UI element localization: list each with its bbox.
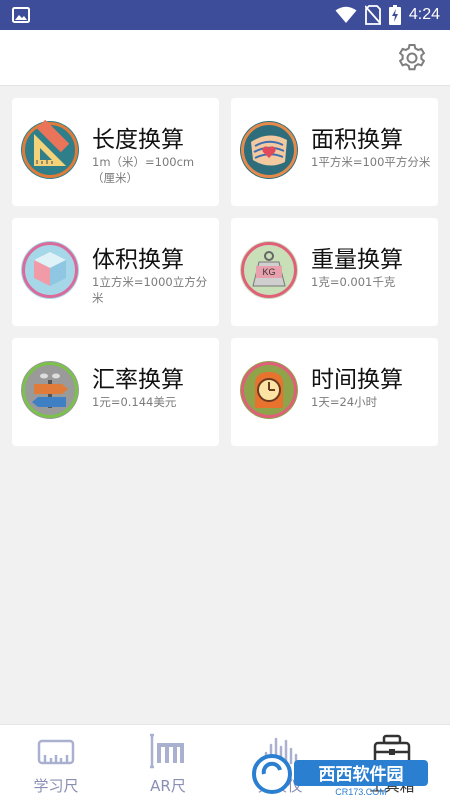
cube-icon	[21, 241, 79, 299]
ar-ruler-icon	[150, 733, 184, 769]
app-bar	[0, 30, 450, 86]
clock-icon	[240, 361, 298, 419]
ruler-icon	[37, 739, 75, 765]
card-exchange-rate-conversion[interactable]: 汇率换算 1元=0.144美元	[12, 338, 219, 446]
ruler-triangle-icon	[21, 120, 79, 179]
tab-learning-ruler[interactable]: 学习尺	[0, 725, 112, 800]
card-title: 时间换算	[311, 367, 403, 393]
watermark: 西西软件园 CR173.COM	[250, 752, 430, 797]
clock-time: 4:24	[408, 6, 440, 23]
card-subtitle: 1天=24小时	[311, 395, 378, 409]
svg-text:KG: KG	[262, 267, 275, 277]
map-heart-icon	[240, 121, 298, 179]
card-weight-conversion[interactable]: KG 重量换算 1克=0.001千克	[231, 218, 438, 326]
card-title: 汇率换算	[92, 367, 184, 393]
card-subtitle: 1平方米=100平方分米	[311, 155, 431, 169]
kg-weight-icon: KG	[240, 241, 298, 299]
card-time-conversion[interactable]: 时间换算 1天=24小时	[231, 338, 438, 446]
watermark-url: CR173.COM	[335, 787, 387, 796]
watermark-brand: 西西软件园	[319, 764, 404, 785]
card-title: 重量换算	[311, 247, 403, 273]
card-subtitle: 1元=0.144美元	[92, 395, 177, 409]
wifi-icon	[335, 6, 357, 23]
status-bar: 4:24	[0, 0, 450, 30]
card-title: 长度换算	[92, 127, 184, 153]
tab-ar-ruler[interactable]: AR尺	[112, 725, 224, 800]
card-title: 面积换算	[311, 127, 403, 153]
card-area-conversion[interactable]: 面积换算 1平方米=100平方分米	[231, 98, 438, 206]
exchange-signpost-icon	[21, 361, 79, 419]
card-subtitle: 1克=0.001千克	[311, 275, 396, 289]
gear-icon[interactable]	[396, 42, 428, 74]
card-volume-conversion[interactable]: 体积换算 1立方米=1000立方分米	[12, 218, 219, 326]
watermark-logo: 西西软件园 CR173.COM	[252, 754, 428, 797]
battery-charging-icon	[388, 5, 401, 25]
card-length-conversion[interactable]: 长度换算 1m（米）=100cm（厘米）	[12, 98, 219, 206]
tab-label: AR尺	[150, 777, 186, 795]
card-subtitle: 1m（米）=100cm（厘米）	[92, 155, 195, 185]
tab-label: 学习尺	[33, 777, 79, 795]
card-subtitle: 1立方米=1000立方分米	[92, 275, 208, 305]
no-sim-icon	[364, 5, 381, 25]
image-notification-icon	[12, 7, 30, 23]
card-title: 体积换算	[92, 247, 184, 273]
